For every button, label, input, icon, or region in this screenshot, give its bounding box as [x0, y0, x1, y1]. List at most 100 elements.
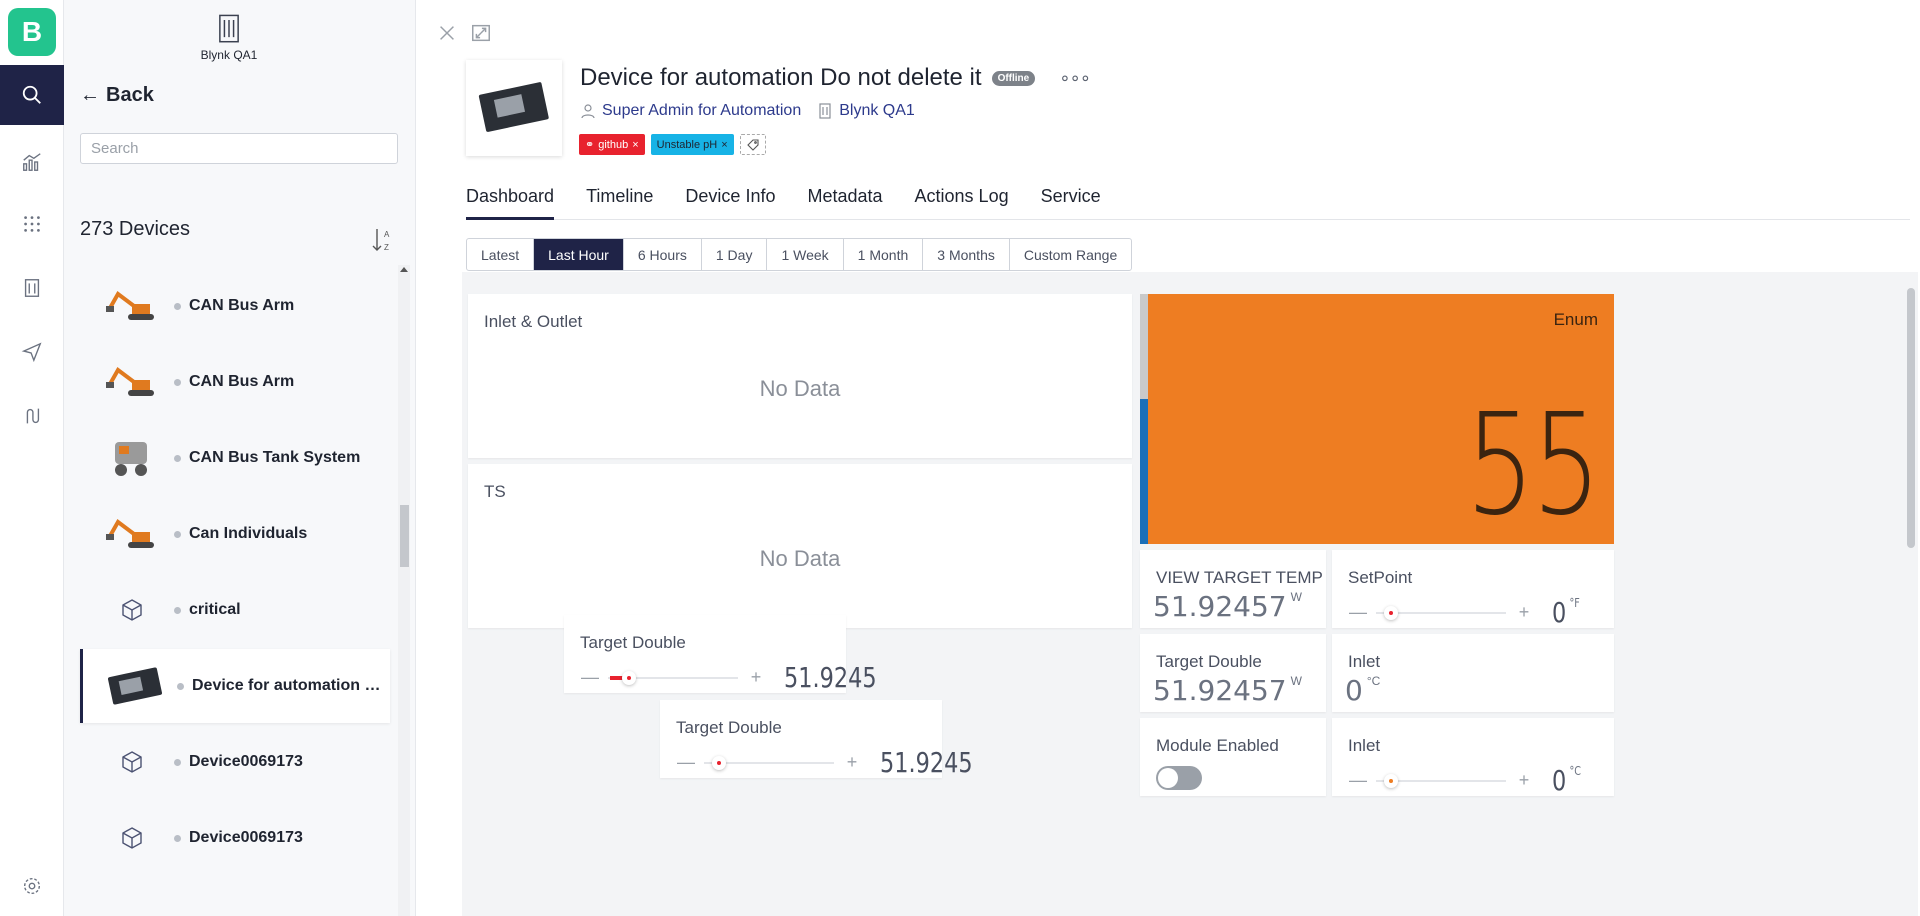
- widget-title: Inlet: [1348, 652, 1381, 671]
- building-icon: [819, 103, 831, 119]
- list-item[interactable]: Can Individuals: [80, 496, 390, 572]
- slider-row: — + 0 °C: [1348, 764, 1588, 797]
- range-6-hours[interactable]: 6 Hours: [624, 239, 702, 270]
- value-widget-inlet: Inlet 0 °C: [1332, 634, 1614, 712]
- slider-track[interactable]: [704, 755, 834, 770]
- arrow-left-icon: ←: [80, 84, 100, 106]
- range-latest[interactable]: Latest: [467, 239, 535, 270]
- back-button[interactable]: ← Back: [80, 84, 154, 107]
- expand-icon[interactable]: [470, 22, 492, 44]
- building-icon[interactable]: [0, 258, 64, 318]
- tab-timeline[interactable]: Timeline: [586, 178, 653, 220]
- svg-text:A: A: [384, 230, 390, 239]
- module-enabled-toggle[interactable]: [1156, 766, 1202, 790]
- slider-track[interactable]: [1376, 773, 1506, 788]
- search-input[interactable]: [80, 133, 398, 164]
- switch-widget-module-enabled: Module Enabled: [1140, 718, 1326, 796]
- device-meta: Super Admin for Automation Blynk QA1: [580, 102, 915, 120]
- decrement-button[interactable]: —: [1348, 770, 1368, 791]
- tag-icon: [746, 138, 759, 151]
- slider-track[interactable]: [1376, 605, 1506, 620]
- back-label: Back: [106, 84, 154, 106]
- decrement-button[interactable]: —: [676, 752, 696, 773]
- increment-button[interactable]: +: [1514, 770, 1534, 791]
- scroll-thumb[interactable]: [1907, 288, 1915, 548]
- device-list: CAN Bus Arm CAN Bus Arm CAN Bus Tank Sys…: [80, 268, 390, 876]
- remove-tag-icon[interactable]: ×: [632, 139, 638, 151]
- more-options-icon[interactable]: ∘∘∘: [1059, 68, 1091, 89]
- remove-tag-icon[interactable]: ×: [721, 139, 727, 151]
- list-scrollbar[interactable]: [398, 265, 410, 916]
- list-item[interactable]: CAN Bus Tank System: [80, 420, 390, 496]
- widget-title: VIEW TARGET TEMP: [1156, 568, 1323, 587]
- slider-knob[interactable]: [712, 755, 726, 770]
- dashboard-scrollbar[interactable]: [1904, 272, 1918, 916]
- status-dot: [174, 834, 181, 842]
- close-icon[interactable]: [436, 22, 458, 44]
- scroll-thumb[interactable]: [400, 505, 409, 567]
- widget-title: Target Double: [580, 633, 686, 652]
- range-1-week[interactable]: 1 Week: [767, 239, 844, 270]
- search-icon[interactable]: [0, 65, 64, 125]
- list-item-name: CAN Bus Arm: [189, 373, 295, 390]
- decrement-button[interactable]: —: [580, 667, 600, 688]
- range-1-day[interactable]: 1 Day: [702, 239, 768, 270]
- route-icon[interactable]: [0, 386, 64, 446]
- tab-device-info[interactable]: Device Info: [685, 178, 775, 220]
- slider-knob[interactable]: [1384, 773, 1398, 788]
- settings-icon[interactable]: [0, 856, 64, 916]
- slider-knob[interactable]: [622, 670, 636, 685]
- no-data-label: No Data: [759, 546, 841, 571]
- list-item[interactable]: critical: [80, 572, 390, 648]
- device-title: Device for automation Do not delete it: [580, 64, 982, 91]
- tag-chip[interactable]: Unstable pH ×: [650, 134, 734, 155]
- enum-value: 55: [1465, 384, 1601, 547]
- tab-dashboard[interactable]: Dashboard: [466, 178, 555, 220]
- list-item[interactable]: CAN Bus Arm: [80, 344, 390, 420]
- increment-button[interactable]: +: [1514, 602, 1534, 623]
- list-item-name: CAN Bus Tank System: [189, 449, 361, 466]
- value-display: 51.92457 W: [1153, 674, 1302, 707]
- range-3-months[interactable]: 3 Months: [923, 239, 1010, 270]
- tab-actions-log[interactable]: Actions Log: [915, 178, 1009, 220]
- sort-az-icon[interactable]: AZ: [370, 226, 394, 254]
- increment-button[interactable]: +: [842, 752, 862, 773]
- blynk-logo[interactable]: B: [8, 8, 56, 56]
- slider-row: — + 51.9245: [580, 661, 900, 694]
- level-bar: [1140, 294, 1148, 544]
- list-item[interactable]: Device0069173: [80, 724, 390, 800]
- slider-knob[interactable]: [1384, 605, 1398, 620]
- range-custom[interactable]: Custom Range: [1010, 239, 1131, 270]
- decrement-button[interactable]: —: [1348, 602, 1368, 623]
- list-item[interactable]: Device0069173: [80, 800, 390, 876]
- send-icon[interactable]: [0, 322, 64, 382]
- status-dot: [174, 378, 181, 386]
- value-display: 0 °C: [1345, 674, 1380, 707]
- device-detail: Device for automation Do not delete it O…: [416, 0, 1920, 916]
- slider-value: 0 °C: [1552, 764, 1581, 797]
- analytics-icon[interactable]: [0, 132, 64, 192]
- tag-list: ⚭ github × Unstable pH ×: [579, 134, 766, 155]
- increment-button[interactable]: +: [746, 667, 766, 688]
- slider-track[interactable]: [608, 670, 738, 685]
- org-link[interactable]: Blynk QA1: [817, 102, 915, 120]
- owner-link[interactable]: Super Admin for Automation: [580, 102, 801, 120]
- slider-value: 51.9245: [880, 746, 973, 779]
- range-1-month[interactable]: 1 Month: [844, 239, 924, 270]
- widget-title: Inlet & Outlet: [484, 312, 583, 331]
- status-dot: [174, 454, 181, 462]
- tab-service[interactable]: Service: [1041, 178, 1101, 220]
- range-last-hour[interactable]: Last Hour: [534, 239, 624, 270]
- grid-icon[interactable]: [0, 194, 64, 254]
- slider-widget-target-double: Target Double — + 51.9245: [564, 615, 877, 694]
- widget-title: SetPoint: [1348, 568, 1413, 587]
- list-item[interactable]: CAN Bus Arm: [80, 268, 390, 344]
- add-tag-button[interactable]: [739, 134, 766, 155]
- icon-rail: B: [0, 0, 64, 916]
- status-dot: [174, 530, 181, 538]
- list-item-selected[interactable]: Device for automation Do...: [80, 649, 390, 723]
- tag-chip[interactable]: ⚭ github ×: [579, 134, 645, 155]
- tab-metadata[interactable]: Metadata: [807, 178, 882, 220]
- cube-icon: [100, 585, 164, 635]
- scroll-up-icon[interactable]: [400, 267, 408, 272]
